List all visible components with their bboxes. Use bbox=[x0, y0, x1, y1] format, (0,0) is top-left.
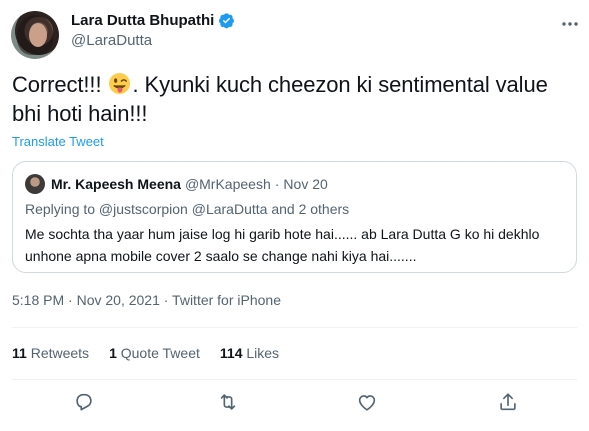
author-name-row: Lara Dutta Bhupathi bbox=[71, 12, 235, 29]
quoted-date: Nov 20 bbox=[283, 176, 328, 192]
winking-face-with-tongue-icon bbox=[108, 72, 131, 95]
quote-tweets-label: Quote Tweet bbox=[120, 345, 200, 361]
likes-label: Likes bbox=[246, 345, 280, 361]
share-icon[interactable] bbox=[497, 391, 519, 413]
author-display-name[interactable]: Lara Dutta Bhupathi bbox=[71, 12, 214, 29]
quoted-separator: · bbox=[274, 176, 280, 192]
author-avatar[interactable] bbox=[11, 11, 59, 59]
tweet-text: Correct!!! . Kyunki kuch cheezon ki sent… bbox=[12, 70, 577, 128]
author-handle[interactable]: @LaraDutta bbox=[71, 32, 152, 49]
quote-tweets-stat[interactable]: 1 Quote Tweet bbox=[109, 345, 200, 361]
likes-stat[interactable]: 114 Likes bbox=[220, 345, 279, 361]
reply-icon[interactable] bbox=[73, 391, 95, 413]
retweet-icon[interactable] bbox=[217, 391, 239, 413]
avatar-face bbox=[29, 23, 47, 47]
quoted-tweet-header: Mr. Kapeesh Meena @MrKapeesh · Nov 20 bbox=[51, 176, 328, 192]
tweet-card: Lara Dutta Bhupathi @LaraDutta Correct!!… bbox=[0, 0, 589, 431]
quoted-author-handle: @MrKapeesh bbox=[184, 176, 271, 192]
tweet-actions-bar bbox=[0, 391, 589, 417]
tweet-stats: 11 Retweets 1 Quote Tweet 114 Likes bbox=[12, 345, 299, 361]
divider bbox=[12, 327, 577, 328]
quoted-author-name: Mr. Kapeesh Meena bbox=[51, 176, 181, 192]
quoted-replying-to: Replying to @justscorpion @LaraDutta and… bbox=[25, 201, 350, 217]
retweets-count: 11 bbox=[12, 345, 27, 361]
divider bbox=[12, 379, 577, 380]
translate-tweet-link[interactable]: Translate Tweet bbox=[12, 134, 104, 149]
quote-tweets-count: 1 bbox=[109, 345, 117, 361]
heart-icon[interactable] bbox=[356, 391, 378, 413]
quoted-tweet-text: Me sochta tha yaar hum jaise log hi gari… bbox=[25, 226, 540, 264]
tweet-text-start: Correct!!! bbox=[12, 72, 108, 97]
quoted-author-avatar bbox=[25, 174, 45, 194]
retweets-label: Retweets bbox=[30, 345, 90, 361]
likes-count: 114 bbox=[219, 345, 243, 361]
verified-badge-icon bbox=[218, 12, 235, 29]
tweet-timestamp-source[interactable]: 5:18 PM · Nov 20, 2021 · Twitter for iPh… bbox=[12, 292, 281, 308]
more-options-icon[interactable] bbox=[560, 14, 580, 34]
quoted-tweet[interactable]: Mr. Kapeesh Meena @MrKapeesh · Nov 20 Re… bbox=[12, 161, 577, 273]
retweets-stat[interactable]: 11 Retweets bbox=[12, 345, 89, 361]
